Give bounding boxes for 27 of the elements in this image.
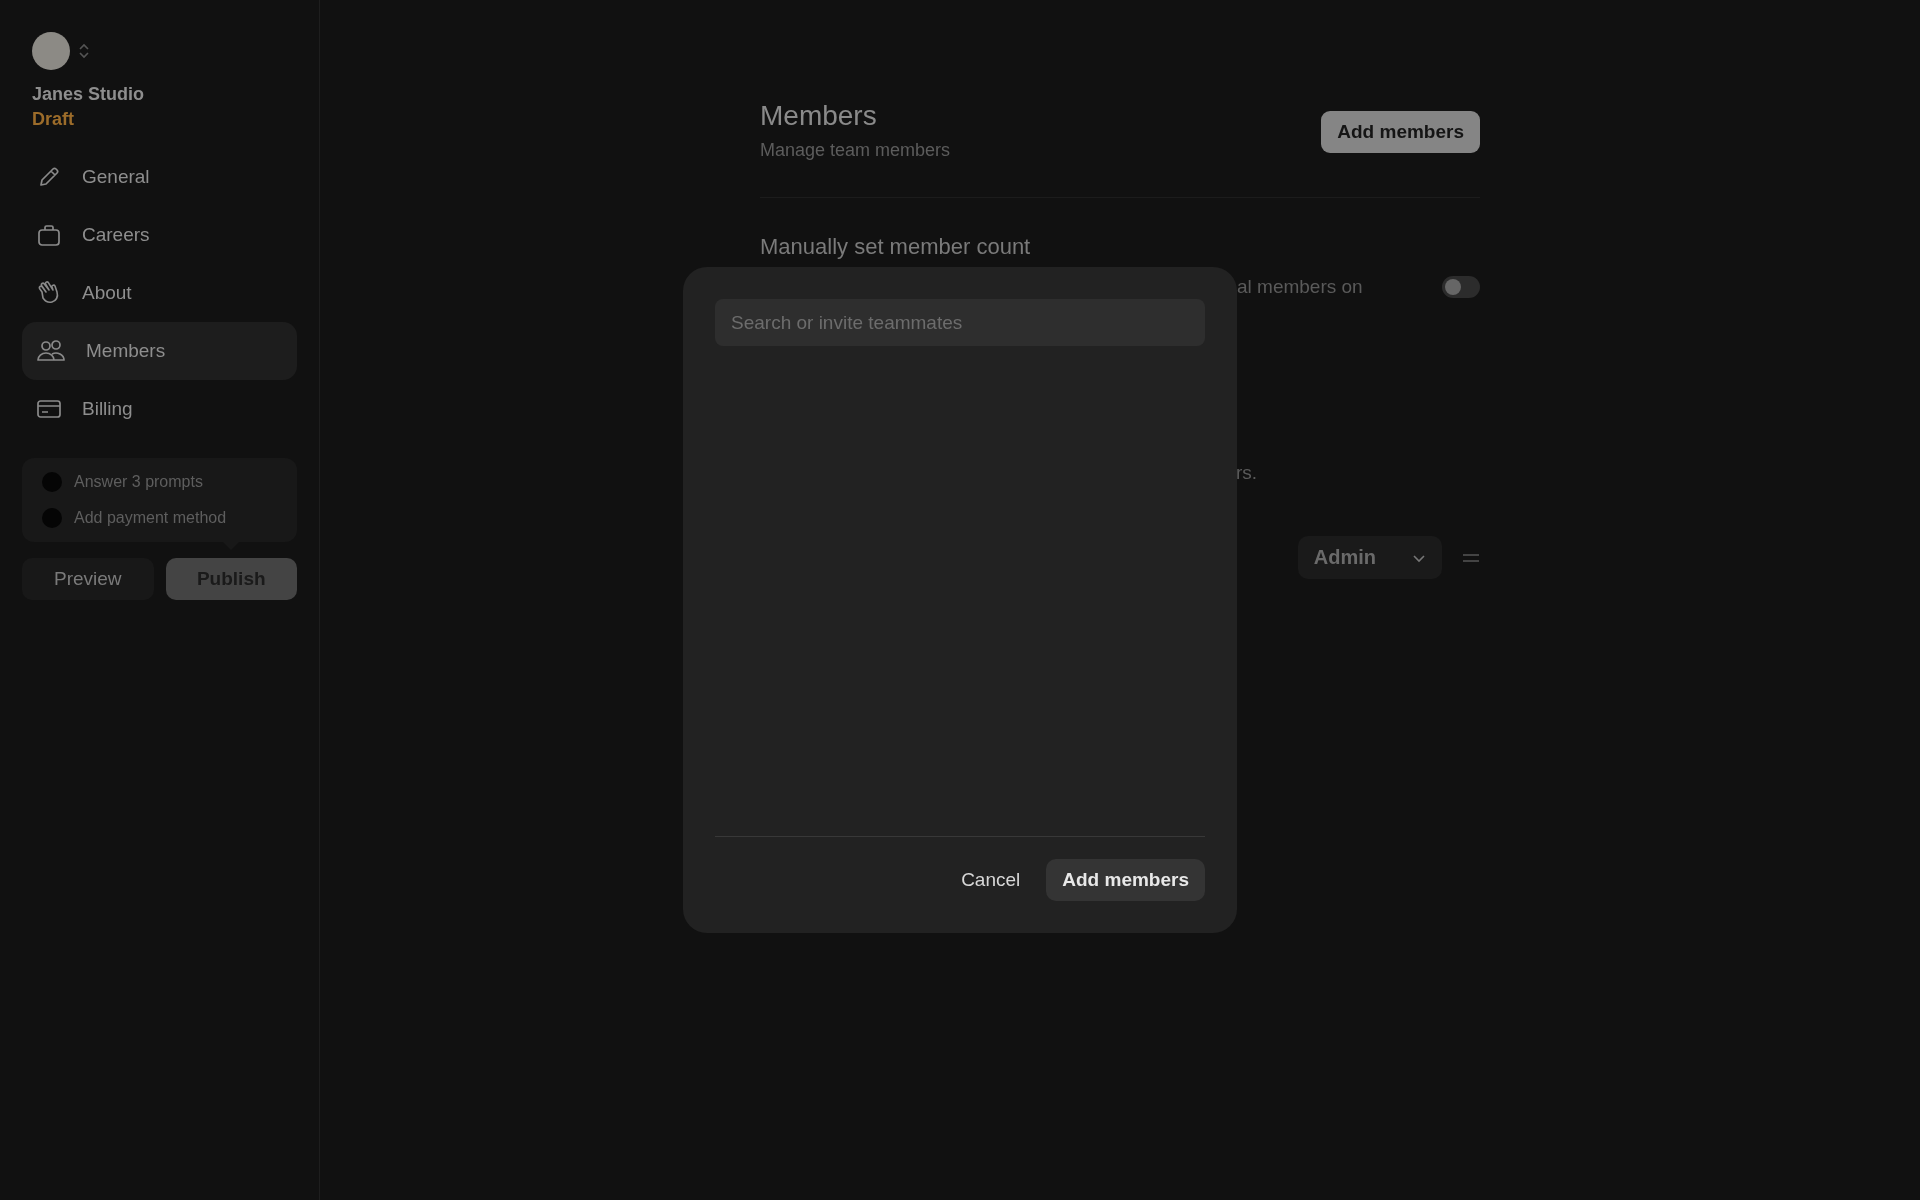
page-subtitle: Manage team members [760, 140, 951, 161]
drag-handle-icon[interactable] [1462, 552, 1480, 563]
chevron-down-icon [1412, 552, 1426, 563]
workspace-name: Janes Studio [31, 84, 146, 105]
briefcase-icon [36, 222, 62, 248]
nav-item[interactable]: Careers [22, 206, 297, 264]
page-title: Members [760, 100, 878, 132]
nav-item[interactable]: Billing [22, 380, 297, 438]
role-dropdown[interactable]: Admin [1297, 536, 1442, 579]
people-icon [36, 338, 66, 364]
toggle-switch[interactable] [1442, 276, 1480, 298]
add-members-button[interactable]: Add members [1046, 859, 1205, 901]
note-text: rs. [1236, 462, 1258, 483]
cancel-button[interactable]: Cancel [955, 868, 1027, 892]
checklist-item: Answer 3 prompts [74, 473, 203, 491]
setting-description: al members on [1237, 276, 1363, 298]
nav-item[interactable]: About [22, 264, 297, 322]
workspace-status: Draft [31, 109, 75, 130]
nav-item[interactable]: Members [22, 322, 297, 380]
workspace-logo[interactable] [32, 32, 70, 70]
add-members-button[interactable]: Add members [1321, 111, 1480, 153]
search-field[interactable]: Search or invite teammates [715, 299, 1205, 346]
setting-title: Manually set member count [760, 234, 1032, 260]
nav-item[interactable]: General [22, 148, 297, 206]
switcher-icon[interactable] [78, 43, 90, 59]
checklist-item: Add payment method [74, 509, 227, 527]
preview-button[interactable]: Preview [22, 558, 154, 600]
